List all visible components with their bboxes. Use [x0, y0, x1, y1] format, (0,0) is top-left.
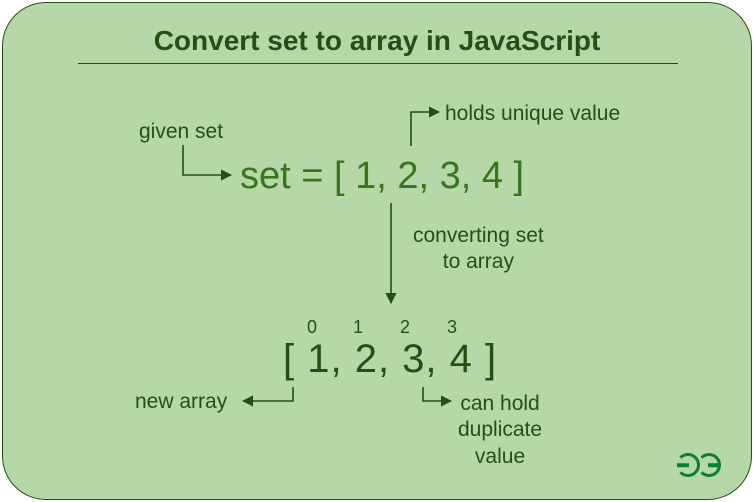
array-index-2: 2: [400, 317, 410, 338]
arrow-can-hold-dup: [423, 387, 451, 401]
arrows-svg: [3, 3, 753, 501]
diagram-title: Convert set to array in JavaScript: [154, 25, 601, 57]
array-expression: [ 1, 2, 3, 4 ]: [283, 337, 497, 382]
title-underline: [78, 63, 678, 64]
logo-g-right: [697, 453, 721, 477]
label-given-set: given set: [139, 119, 223, 145]
label-new-array: new array: [135, 389, 227, 415]
diagram-card: Convert set to array in JavaScript given…: [2, 2, 752, 500]
geeksforgeeks-logo: [676, 453, 721, 477]
dup-line2: duplicate: [458, 418, 542, 441]
arrow-new-array: [243, 387, 293, 401]
arrow-given-set: [183, 145, 231, 175]
array-index-3: 3: [447, 317, 457, 338]
arrow-holds-unique: [411, 112, 439, 146]
label-holds-unique: holds unique value: [445, 101, 620, 127]
label-converting-line1: converting set: [413, 224, 544, 247]
dup-line3: value: [475, 445, 525, 468]
array-index-0: 0: [307, 317, 317, 338]
label-converting: converting set to array: [413, 223, 544, 276]
label-converting-line2: to array: [443, 250, 514, 273]
dup-line1: can hold: [460, 392, 539, 415]
label-can-hold-dup: can hold duplicate value: [458, 391, 542, 470]
set-expression: set = [ 1, 2, 3, 4 ]: [240, 155, 524, 198]
array-index-1: 1: [353, 317, 363, 338]
